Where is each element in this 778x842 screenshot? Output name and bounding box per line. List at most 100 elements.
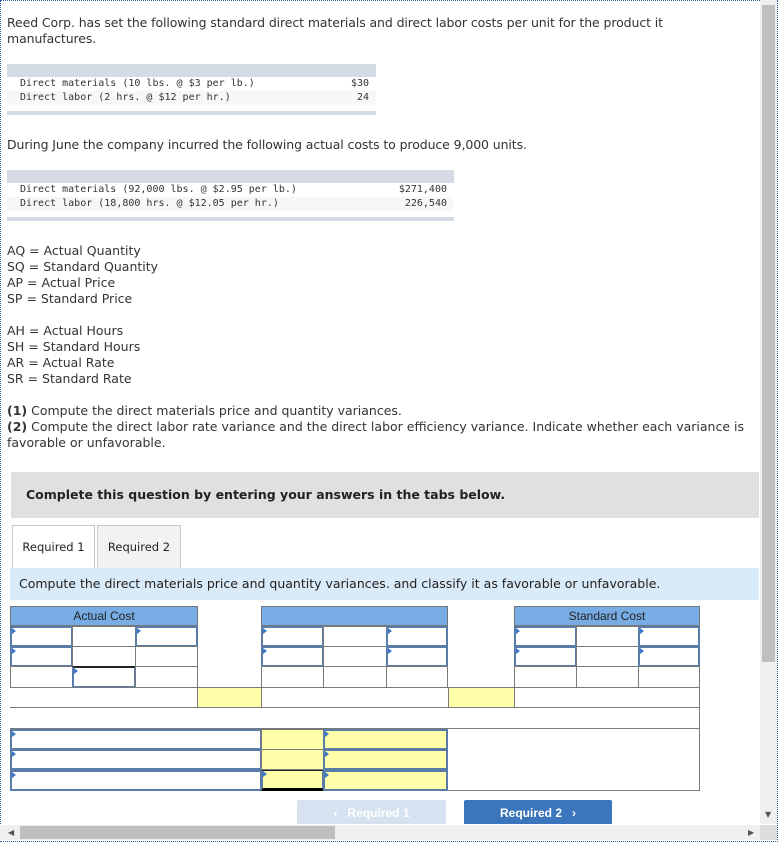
horizontal-scrollbar[interactable]: ◀ ▶ — [0, 825, 760, 840]
quantity-variance-output — [448, 687, 515, 708]
table-row: Direct materials (10 lbs. @ $3 per lb.) … — [7, 77, 376, 91]
scrollbar-corner — [760, 825, 777, 840]
definitions-labor: AH = Actual Hours SH = Standard Hours AR… — [7, 323, 140, 387]
next-button-label: Required 2 — [499, 806, 562, 820]
tab-required-2[interactable]: Required 2 — [97, 525, 181, 568]
actual-price-cell — [135, 646, 198, 667]
actual-multiplier-cell — [72, 626, 136, 647]
row-label: Direct materials (10 lbs. @ $3 per lb.) — [20, 78, 255, 89]
prev-button-label: Required 1 — [347, 806, 410, 820]
instruction-1: (1) Compute the direct materials price a… — [7, 403, 747, 419]
standard-price-label-input[interactable] — [638, 626, 700, 647]
instructions: (1) Compute the direct materials price a… — [7, 403, 747, 451]
scroll-left-arrow-icon[interactable]: ◀ — [8, 828, 14, 838]
variance-classification-select-3[interactable] — [323, 770, 448, 791]
variance-label-input-3[interactable] — [10, 770, 262, 791]
instruction-number: (2) — [7, 419, 28, 434]
prev-required-button[interactable]: ‹ Required 1 — [297, 800, 446, 824]
vertical-scrollbar[interactable]: ▼ — [760, 0, 777, 824]
definition-sq: SQ = Standard Quantity — [7, 259, 159, 274]
instruction-2: (2) Compute the direct labor rate varian… — [7, 419, 747, 451]
middle-multiplier-cell — [323, 626, 387, 647]
scroll-down-arrow-icon[interactable]: ▼ — [765, 810, 771, 820]
middle-empty-cell — [323, 666, 387, 688]
variance-label-input-2[interactable] — [10, 749, 262, 770]
instruction-text: Compute the direct materials price and q… — [27, 403, 402, 418]
standard-empty-cell — [638, 666, 700, 688]
middle-price-input[interactable] — [386, 646, 448, 667]
instruction-text: Compute the direct labor rate variance a… — [7, 419, 744, 450]
definition-sp: SP = Standard Price — [7, 291, 133, 306]
header-standard-cost: Standard Cost — [514, 606, 700, 626]
variance-row-spacer — [514, 687, 700, 708]
actual-intro-text: During June the company incurred the fol… — [7, 137, 527, 152]
horizontal-scrollbar-thumb[interactable] — [20, 826, 335, 839]
middle-empty-cell — [261, 666, 324, 688]
standard-multiplier-cell — [576, 626, 639, 647]
middle-price-label-input[interactable] — [386, 626, 448, 647]
table-band-bottom — [7, 111, 376, 115]
actual-quantity-input[interactable] — [10, 646, 73, 667]
middle-multiplier-cell — [323, 646, 387, 667]
table-band-top — [7, 170, 454, 183]
variance-amount-input-3[interactable] — [261, 770, 324, 791]
variance-amount-output-2 — [261, 749, 324, 770]
standard-quantity-label-input[interactable] — [514, 626, 577, 647]
table-row: Direct labor (18,800 hrs. @ $12.05 per h… — [7, 197, 454, 211]
instruction-number: (1) — [7, 403, 28, 418]
standard-empty-cell — [576, 666, 639, 688]
question-prompt: Compute the direct materials price and q… — [10, 568, 759, 600]
table-band-top — [7, 64, 376, 77]
chevron-right-icon: › — [572, 806, 577, 820]
actual-multiplier-cell — [72, 646, 136, 667]
definition-ar: AR = Actual Rate — [7, 355, 115, 370]
variance-classification-select-2[interactable] — [323, 749, 448, 770]
table-row: Direct materials (92,000 lbs. @ $2.95 pe… — [7, 183, 454, 197]
standard-costs-table: Direct materials (10 lbs. @ $3 per lb.) … — [7, 64, 376, 115]
variance-label-input-1[interactable] — [10, 729, 262, 750]
question-content: Reed Corp. has set the following standar… — [0, 0, 760, 825]
definitions-materials: AQ = Actual Quantity SQ = Standard Quant… — [7, 243, 158, 307]
actual-cost-total-input[interactable] — [72, 666, 136, 688]
middle-quantity-label-input[interactable] — [261, 626, 324, 647]
table-band-bottom — [7, 217, 454, 221]
variance-row-spacer — [10, 687, 198, 708]
actual-costs-table: Direct materials (92,000 lbs. @ $2.95 pe… — [7, 170, 454, 221]
instructions-banner: Complete this question by entering your … — [11, 472, 759, 518]
summary-border-bottom — [447, 790, 700, 791]
row-value: $271,400 — [398, 184, 447, 195]
vertical-scrollbar-thumb[interactable] — [762, 5, 775, 662]
variance-classification-select-1[interactable] — [323, 729, 448, 750]
definition-sh: SH = Standard Hours — [7, 339, 141, 354]
variance-amount-output-1 — [261, 729, 324, 750]
header-middle — [261, 606, 448, 626]
summary-border-right — [699, 708, 700, 791]
table-row: Direct labor (2 hrs. @ $12 per hr.) 24 — [7, 91, 376, 105]
price-variance-output — [197, 687, 262, 708]
definition-ah: AH = Actual Hours — [7, 323, 124, 338]
row-value: $30 — [350, 78, 369, 89]
chevron-left-icon: ‹ — [333, 806, 338, 820]
standard-multiplier-cell — [576, 646, 639, 667]
actual-quantity-label-input[interactable] — [10, 626, 73, 647]
intro-text: Reed Corp. has set the following standar… — [7, 15, 663, 46]
row-value: 226,540 — [404, 198, 447, 209]
header-actual-cost: Actual Cost — [10, 606, 198, 626]
standard-empty-cell — [514, 666, 577, 688]
row-label: Direct labor (2 hrs. @ $12 per hr.) — [20, 92, 231, 103]
row-value: 24 — [356, 92, 369, 103]
tab-required-1[interactable]: Required 1 — [12, 525, 95, 568]
middle-empty-cell — [386, 666, 448, 688]
definition-sr: SR = Standard Rate — [7, 371, 132, 386]
definition-ap: AP = Actual Price — [7, 275, 116, 290]
actual-price-label-input[interactable] — [135, 626, 198, 647]
definition-aq: AQ = Actual Quantity — [7, 243, 141, 258]
row-label: Direct labor (18,800 hrs. @ $12.05 per h… — [20, 198, 279, 209]
middle-quantity-input[interactable] — [261, 646, 324, 667]
scroll-right-arrow-icon[interactable]: ▶ — [748, 828, 754, 838]
variance-row-spacer — [261, 687, 449, 708]
actual-empty-cell — [10, 666, 73, 688]
standard-quantity-input[interactable] — [514, 646, 577, 667]
next-required-button[interactable]: Required 2 › — [464, 800, 612, 824]
standard-price-input[interactable] — [638, 646, 700, 667]
